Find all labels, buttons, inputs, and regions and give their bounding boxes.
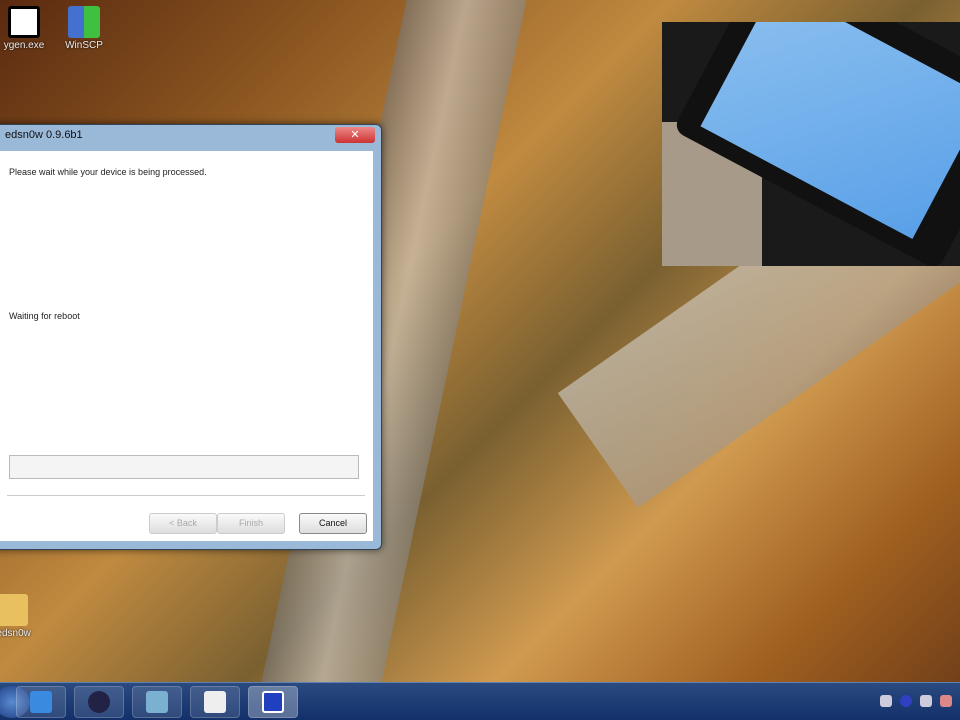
media-icon — [88, 691, 110, 713]
back-button[interactable]: < Back — [149, 513, 217, 534]
video-overlay — [662, 22, 960, 266]
network-icon[interactable] — [880, 695, 892, 707]
taskbar — [0, 682, 960, 720]
dialog-title: edsn0w 0.9.6b1 — [5, 129, 83, 141]
winscp-icon — [68, 6, 100, 38]
progress-bar — [9, 455, 359, 479]
desktop-icon-label: WinSCP — [65, 40, 103, 51]
key-icon — [8, 6, 40, 38]
status-text: Waiting for reboot — [9, 311, 80, 321]
cancel-button[interactable]: Cancel — [299, 513, 367, 534]
taskbar-internet-explorer[interactable] — [16, 686, 66, 718]
desktop-icon-keygen[interactable]: ygen.exe — [0, 6, 56, 51]
internet-explorer-icon — [30, 691, 52, 713]
taskbar-media[interactable] — [74, 686, 124, 718]
help-icon[interactable] — [900, 695, 912, 707]
notepad-icon — [204, 691, 226, 713]
volume-icon[interactable] — [920, 695, 932, 707]
taskbar-explorer[interactable] — [132, 686, 182, 718]
desktop-icon-redsn0w[interactable]: redsn0w — [0, 594, 44, 639]
divider — [7, 495, 365, 496]
system-tray — [880, 695, 952, 707]
taskbar-notepad[interactable] — [190, 686, 240, 718]
desktop-icon-label: ygen.exe — [3, 40, 45, 51]
explorer-icon — [146, 691, 168, 713]
redsn0w-dialog: edsn0w 0.9.6b1 ✕ Please wait while your … — [0, 124, 382, 550]
processing-message: Please wait while your device is being p… — [9, 167, 207, 177]
flag-icon[interactable] — [940, 695, 952, 707]
desktop-icon-label: redsn0w — [0, 628, 31, 639]
redsn0w-icon — [262, 691, 284, 713]
close-button[interactable]: ✕ — [335, 127, 375, 143]
finish-button[interactable]: Finish — [217, 513, 285, 534]
folder-icon — [0, 594, 28, 626]
taskbar-redsn0w[interactable] — [248, 686, 298, 718]
desktop-icon-winscp[interactable]: WinSCP — [52, 6, 116, 51]
